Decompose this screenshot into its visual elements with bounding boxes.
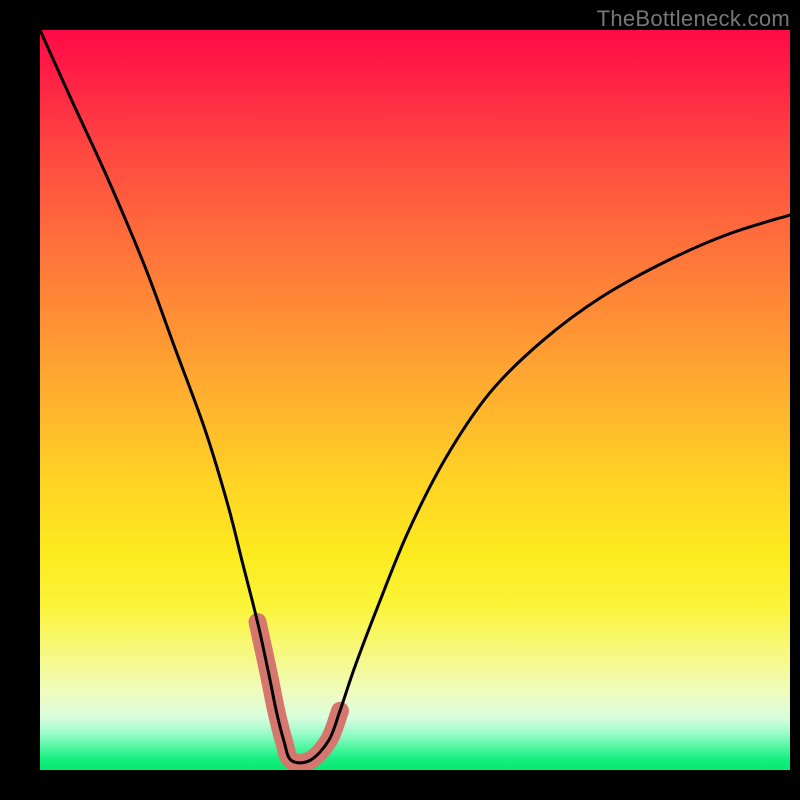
curve-svg — [40, 30, 790, 770]
chart-stage: TheBottleneck.com — [0, 0, 800, 800]
main-curve — [40, 30, 790, 763]
watermark-text: TheBottleneck.com — [597, 6, 790, 32]
plot-area — [40, 30, 790, 770]
